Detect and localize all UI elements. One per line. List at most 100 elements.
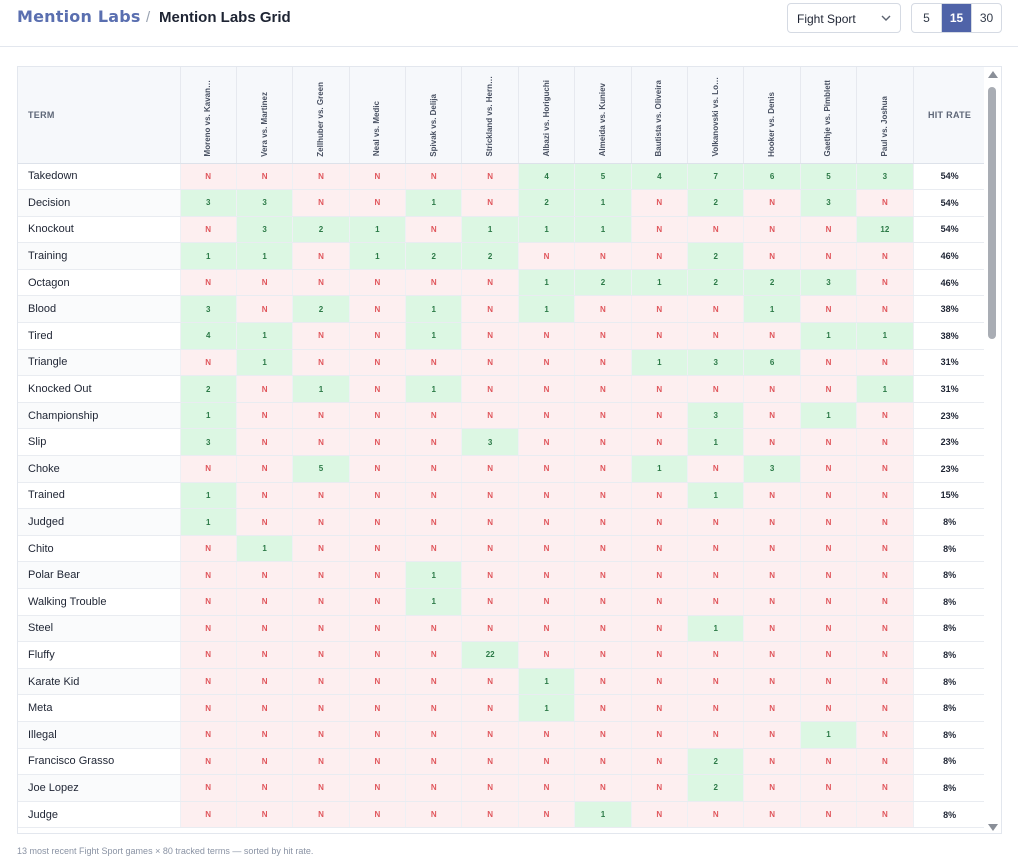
hit-cell[interactable]: 1	[236, 322, 294, 350]
miss-cell[interactable]: N	[349, 588, 407, 616]
table-row[interactable]: Octagon N N N N N N 1 2 1 2 2 3 N 46%	[18, 269, 987, 297]
miss-cell[interactable]: N	[180, 615, 237, 643]
miss-cell[interactable]: N	[687, 535, 745, 563]
miss-cell[interactable]: N	[292, 748, 350, 776]
miss-cell[interactable]: N	[856, 694, 914, 722]
table-row[interactable]: Polar Bear N N N N 1 N N N N N N N N 8%	[18, 561, 987, 589]
miss-cell[interactable]: N	[349, 694, 407, 722]
hit-cell[interactable]: 1	[405, 322, 463, 350]
game-column-header[interactable]: Gaethje vs. Pimblett	[800, 67, 858, 164]
miss-cell[interactable]: N	[574, 535, 632, 563]
miss-cell[interactable]: N	[743, 242, 801, 270]
miss-cell[interactable]: N	[461, 588, 519, 616]
miss-cell[interactable]: N	[349, 322, 407, 350]
miss-cell[interactable]: N	[349, 428, 407, 457]
miss-cell[interactable]: N	[743, 801, 801, 829]
miss-cell[interactable]: N	[800, 216, 858, 244]
hit-cell[interactable]: 1	[405, 375, 463, 403]
miss-cell[interactable]: N	[349, 668, 407, 696]
miss-cell[interactable]: N	[856, 269, 914, 297]
miss-cell[interactable]: N	[461, 322, 519, 350]
hit-cell[interactable]: 3	[236, 189, 294, 217]
table-row[interactable]: Takedown N N N N N N 4 5 4 7 6 5 3 54%	[18, 163, 987, 191]
miss-cell[interactable]: N	[743, 561, 801, 589]
miss-cell[interactable]: N	[461, 295, 519, 324]
miss-cell[interactable]: N	[461, 482, 519, 510]
miss-cell[interactable]: N	[180, 721, 237, 749]
miss-cell[interactable]: N	[292, 428, 350, 457]
hit-cell[interactable]: 2	[687, 242, 745, 270]
hit-cell[interactable]: 2	[405, 242, 463, 270]
miss-cell[interactable]: N	[631, 375, 689, 403]
table-row[interactable]: Francisco Grasso N N N N N N N N N 2 N N N 8%	[18, 748, 987, 776]
miss-cell[interactable]: N	[631, 322, 689, 350]
miss-cell[interactable]: N	[687, 641, 745, 669]
miss-cell[interactable]: N	[461, 668, 519, 696]
hit-cell[interactable]: 5	[292, 455, 350, 483]
hit-cell[interactable]: 4	[518, 163, 576, 191]
miss-cell[interactable]: N	[292, 801, 350, 829]
table-row[interactable]: Meta N N N N N N 1 N N N N N N 8%	[18, 694, 987, 722]
miss-cell[interactable]: N	[743, 508, 801, 536]
miss-cell[interactable]: N	[405, 163, 463, 191]
miss-cell[interactable]: N	[631, 242, 689, 270]
miss-cell[interactable]: N	[236, 721, 294, 749]
miss-cell[interactable]: N	[518, 561, 576, 589]
miss-cell[interactable]: N	[236, 455, 294, 483]
miss-cell[interactable]: N	[405, 721, 463, 749]
miss-cell[interactable]: N	[856, 668, 914, 696]
miss-cell[interactable]: N	[349, 615, 407, 643]
miss-cell[interactable]: N	[461, 269, 519, 297]
table-row[interactable]: Illegal N N N N N N N N N N N 1 N 8%	[18, 721, 987, 749]
miss-cell[interactable]: N	[856, 242, 914, 270]
miss-cell[interactable]: N	[349, 455, 407, 483]
miss-cell[interactable]: N	[743, 588, 801, 616]
table-row[interactable]: Training 1 1 N 1 2 2 N N N 2 N N N 46%	[18, 242, 987, 270]
miss-cell[interactable]: N	[236, 269, 294, 297]
miss-cell[interactable]: N	[800, 349, 858, 377]
miss-cell[interactable]: N	[518, 455, 576, 483]
miss-cell[interactable]: N	[631, 615, 689, 643]
miss-cell[interactable]: N	[405, 455, 463, 483]
miss-cell[interactable]: N	[461, 721, 519, 749]
miss-cell[interactable]: N	[631, 694, 689, 722]
hit-cell[interactable]: 1	[631, 349, 689, 377]
table-row[interactable]: Triangle N 1 N N N N N N 1 3 6 N N 31%	[18, 349, 987, 377]
miss-cell[interactable]: N	[743, 189, 801, 217]
hit-cell[interactable]: 3	[461, 428, 519, 457]
miss-cell[interactable]: N	[856, 508, 914, 536]
game-column-header[interactable]: Bautista vs. Oliveira	[631, 67, 689, 164]
hit-cell[interactable]: 1	[631, 455, 689, 483]
hit-cell[interactable]: 1	[236, 349, 294, 377]
vertical-scrollbar[interactable]	[984, 67, 1001, 833]
table-row[interactable]: Knockout N 3 2 1 N 1 1 1 N N N N 12 54%	[18, 216, 987, 244]
miss-cell[interactable]: N	[180, 694, 237, 722]
hit-cell[interactable]: 1	[687, 428, 745, 457]
miss-cell[interactable]: N	[800, 428, 858, 457]
miss-cell[interactable]: N	[349, 801, 407, 829]
miss-cell[interactable]: N	[518, 508, 576, 536]
miss-cell[interactable]: N	[180, 588, 237, 616]
miss-cell[interactable]: N	[518, 748, 576, 776]
miss-cell[interactable]: N	[687, 295, 745, 324]
miss-cell[interactable]: N	[743, 482, 801, 510]
miss-cell[interactable]: N	[405, 402, 463, 430]
miss-cell[interactable]: N	[405, 748, 463, 776]
miss-cell[interactable]: N	[349, 561, 407, 589]
miss-cell[interactable]: N	[349, 349, 407, 377]
miss-cell[interactable]: N	[236, 375, 294, 403]
miss-cell[interactable]: N	[180, 349, 237, 377]
hit-cell[interactable]: 2	[180, 375, 237, 403]
miss-cell[interactable]: N	[574, 694, 632, 722]
miss-cell[interactable]: N	[743, 774, 801, 802]
game-column-header[interactable]: Hooker vs. Denis	[743, 67, 801, 164]
miss-cell[interactable]: N	[574, 748, 632, 776]
miss-cell[interactable]: N	[800, 668, 858, 696]
hit-cell[interactable]: 3	[856, 163, 914, 191]
miss-cell[interactable]: N	[631, 588, 689, 616]
miss-cell[interactable]: N	[574, 588, 632, 616]
miss-cell[interactable]: N	[180, 561, 237, 589]
miss-cell[interactable]: N	[743, 322, 801, 350]
miss-cell[interactable]: N	[631, 428, 689, 457]
miss-cell[interactable]: N	[349, 774, 407, 802]
